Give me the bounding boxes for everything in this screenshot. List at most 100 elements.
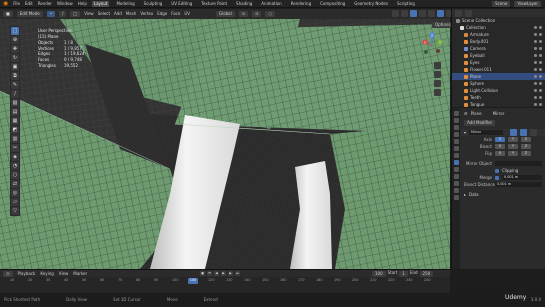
outliner-row[interactable]: Teeth: [452, 94, 545, 101]
eye-icon[interactable]: [534, 53, 537, 57]
world-tab-icon[interactable]: [453, 146, 459, 151]
smooth-tool-icon[interactable]: ○: [11, 171, 19, 179]
tab-texture-paint[interactable]: Texture Paint: [199, 1, 229, 7]
filter-icon[interactable]: [465, 9, 472, 17]
tab-layout[interactable]: Layout: [91, 0, 110, 7]
camera-render-icon[interactable]: [539, 60, 542, 64]
editor-type-button[interactable]: ■: [3, 11, 13, 17]
menu-playback[interactable]: Playback: [18, 271, 36, 276]
eye-icon[interactable]: [534, 95, 537, 99]
wireframe-shading-icon[interactable]: [428, 10, 435, 17]
outliner-editor-type[interactable]: [455, 9, 462, 17]
tab-uv-editing[interactable]: UV Editing: [169, 1, 194, 7]
tab-modeling[interactable]: Modeling: [114, 1, 136, 7]
clipping-checkbox[interactable]: [495, 168, 499, 173]
camera-render-icon[interactable]: [539, 74, 542, 78]
edge-slide-tool-icon[interactable]: ⇄: [11, 180, 19, 188]
eye-icon[interactable]: [534, 67, 537, 71]
playhead[interactable]: 100: [188, 278, 198, 284]
modifier-name-field[interactable]: Mirror: [469, 130, 504, 135]
mirror-object-field[interactable]: [495, 161, 542, 166]
expand-icon[interactable]: ▾: [464, 130, 466, 135]
start-frame-field[interactable]: 1: [399, 270, 408, 277]
render-toggle-icon[interactable]: [530, 129, 538, 136]
shear-tool-icon[interactable]: ▱: [11, 198, 19, 206]
annotate-tool-icon[interactable]: ✎: [11, 81, 19, 89]
render-tab-icon[interactable]: [453, 118, 459, 123]
eye-icon[interactable]: [534, 102, 537, 106]
tab-geometry-nodes[interactable]: Geometry Nodes: [352, 1, 390, 7]
outliner-row[interactable]: Collection: [452, 24, 545, 31]
eye-icon[interactable]: [534, 74, 537, 78]
timeline-editor-type[interactable]: ◷: [3, 270, 13, 277]
navigation-gizmo[interactable]: X Y Z: [418, 32, 446, 60]
menu-view-timeline[interactable]: View: [59, 271, 69, 276]
menu-uv[interactable]: UV: [184, 12, 190, 16]
scene-tab-icon[interactable]: [453, 139, 459, 144]
flip-y-toggle[interactable]: Y: [508, 151, 518, 156]
menu-select[interactable]: Select: [98, 12, 110, 16]
outliner-row[interactable]: Light.Collision: [452, 87, 545, 94]
frame-ruler[interactable]: 1020304050607080901001101201301401501601…: [0, 278, 450, 285]
vertex-select-icon[interactable]: •: [46, 11, 56, 17]
snap-icon[interactable]: ⊙: [252, 11, 262, 17]
axis-z-toggle[interactable]: Z: [521, 137, 531, 142]
tab-compositing[interactable]: Compositing: [318, 1, 347, 7]
rip-tool-icon[interactable]: ▽: [11, 207, 19, 215]
bisect-z-toggle[interactable]: Z: [521, 144, 531, 149]
data-section-label[interactable]: Data: [469, 192, 479, 197]
view-layer-selector[interactable]: ViewLayer: [514, 0, 541, 7]
tab-scripting[interactable]: Scripting: [395, 1, 417, 7]
proportional-edit-icon[interactable]: ○: [265, 11, 275, 17]
current-frame-field[interactable]: 100: [372, 270, 386, 277]
menu-face[interactable]: Face: [171, 12, 180, 16]
constraints-tab-icon[interactable]: [453, 181, 459, 186]
merge-distance-field[interactable]: 0.001 m: [502, 175, 542, 180]
camera-render-icon[interactable]: [539, 81, 542, 85]
pan-hand-icon[interactable]: [434, 71, 441, 78]
camera-render-icon[interactable]: [539, 39, 542, 43]
jump-end-icon[interactable]: ⏭: [235, 271, 240, 276]
bevel-tool-icon[interactable]: ◩: [11, 126, 19, 134]
material-tab-icon[interactable]: [453, 195, 459, 200]
grid-icon[interactable]: [434, 89, 441, 96]
tab-shading[interactable]: Shading: [234, 1, 254, 7]
camera-render-icon[interactable]: [539, 53, 542, 57]
tab-sculpting[interactable]: Sculpting: [142, 1, 165, 7]
solid-shading-icon[interactable]: [437, 10, 444, 17]
select-box-tool-icon[interactable]: □: [11, 27, 19, 35]
add-cube-tool-icon[interactable]: ▧: [11, 99, 19, 107]
outliner-row[interactable]: Eyes: [452, 59, 545, 66]
object-tab-icon[interactable]: [453, 153, 459, 158]
axis-y-toggle[interactable]: Y: [508, 137, 518, 142]
merge-checkbox[interactable]: [495, 175, 499, 180]
eye-icon[interactable]: [534, 81, 537, 85]
outliner-row[interactable]: Flower.011: [452, 66, 545, 73]
output-tab-icon[interactable]: [453, 125, 459, 130]
jump-start-icon[interactable]: ⏮: [207, 271, 212, 276]
inset-tool-icon[interactable]: ▦: [11, 117, 19, 125]
menu-edge[interactable]: Edge: [157, 12, 167, 16]
camera-render-icon[interactable]: [539, 46, 542, 50]
camera-render-icon[interactable]: [539, 25, 542, 29]
edit-mode-toggle-icon[interactable]: [510, 129, 518, 136]
scale-tool-icon[interactable]: ▣: [11, 63, 19, 71]
play-icon[interactable]: ▶: [221, 271, 226, 276]
rotate-tool-icon[interactable]: ↻: [11, 54, 19, 62]
menu-window[interactable]: Window: [57, 1, 73, 6]
camera-render-icon[interactable]: [539, 32, 542, 36]
eye-icon[interactable]: [534, 60, 537, 64]
camera-render-icon[interactable]: [539, 95, 542, 99]
record-icon[interactable]: ●: [200, 271, 205, 276]
pivot-icon[interactable]: ⊙: [238, 11, 249, 17]
overlay-toggle-icon[interactable]: [410, 10, 417, 17]
orientation-selector[interactable]: Global: [215, 11, 235, 17]
transform-tool-icon[interactable]: ⧉: [11, 72, 19, 80]
eye-icon[interactable]: [534, 46, 537, 50]
view-layer-tab-icon[interactable]: [453, 132, 459, 137]
bisect-y-toggle[interactable]: Y: [508, 144, 518, 149]
outliner-row[interactable]: Eyeball: [452, 52, 545, 59]
outliner-row[interactable]: Tongue: [452, 101, 545, 108]
face-select-icon[interactable]: □: [70, 11, 81, 17]
camera-render-icon[interactable]: [539, 67, 542, 71]
